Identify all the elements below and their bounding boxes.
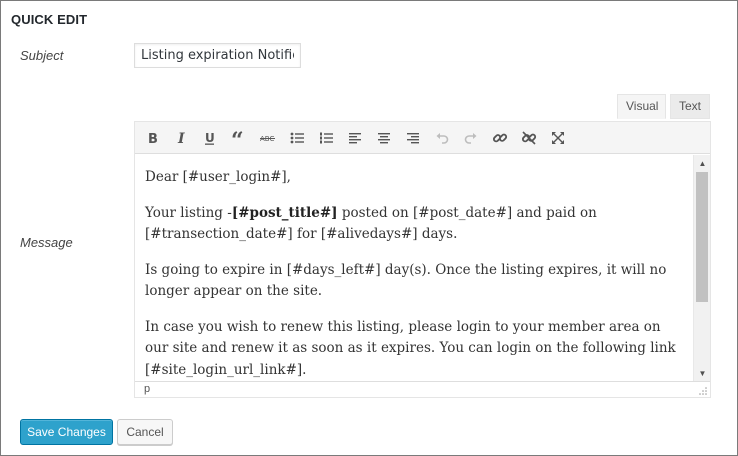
save-changes-button[interactable]: Save Changes bbox=[20, 419, 113, 445]
svg-text:B: B bbox=[148, 132, 158, 145]
italic-button[interactable]: I bbox=[169, 127, 193, 149]
align-center-icon bbox=[378, 133, 390, 144]
svg-text:“: “ bbox=[231, 131, 244, 145]
align-right-button[interactable] bbox=[401, 127, 425, 149]
redo-button[interactable] bbox=[459, 127, 483, 149]
message-paragraph: Is going to expire in [#days_left#] day(… bbox=[145, 261, 667, 300]
bullet-list-icon bbox=[290, 132, 304, 144]
cancel-button[interactable]: Cancel bbox=[117, 419, 173, 445]
message-paragraph: Your listing -[#post_title#] posted on [… bbox=[145, 204, 597, 243]
blockquote-icon: “ bbox=[231, 131, 244, 145]
bold-icon: B bbox=[148, 132, 158, 145]
bullet-list-button[interactable] bbox=[285, 127, 309, 149]
align-left-button[interactable] bbox=[343, 127, 367, 149]
svg-text:U: U bbox=[205, 131, 215, 145]
underline-icon: U bbox=[205, 131, 215, 145]
blockquote-button[interactable]: “ bbox=[227, 127, 251, 149]
message-paragraph: In case you wish to renew this listing, … bbox=[145, 318, 676, 378]
subject-label: Subject bbox=[20, 48, 64, 63]
fullscreen-icon bbox=[552, 132, 564, 144]
strikethrough-icon: ABC bbox=[260, 135, 275, 143]
underline-button[interactable]: U bbox=[198, 127, 222, 149]
quick-edit-panel: QUICK EDIT Subject Message Visual Text B… bbox=[0, 0, 738, 456]
align-center-button[interactable] bbox=[372, 127, 396, 149]
resize-handle-icon[interactable] bbox=[699, 387, 707, 395]
align-left-icon bbox=[349, 133, 361, 144]
undo-button[interactable] bbox=[430, 127, 454, 149]
bold-button[interactable]: B bbox=[140, 127, 164, 149]
tab-visual[interactable]: Visual bbox=[617, 94, 666, 119]
link-icon bbox=[492, 133, 508, 143]
subject-input[interactable] bbox=[134, 43, 301, 68]
numbered-list-icon bbox=[320, 132, 333, 144]
italic-icon: I bbox=[177, 131, 185, 145]
editor-scrollbar[interactable]: ▲ ▼ bbox=[693, 155, 710, 381]
svg-text:I: I bbox=[177, 131, 185, 145]
editor-toolbar: B I U “ ABC bbox=[135, 122, 710, 154]
redo-icon bbox=[464, 133, 477, 144]
scroll-thumb[interactable] bbox=[696, 172, 708, 302]
strikethrough-button[interactable]: ABC bbox=[256, 127, 280, 149]
scroll-up-icon[interactable]: ▲ bbox=[694, 155, 711, 171]
tab-text[interactable]: Text bbox=[670, 94, 710, 119]
editor-statusbar: p bbox=[135, 381, 710, 397]
align-right-icon bbox=[407, 133, 419, 144]
undo-icon bbox=[436, 133, 449, 144]
numbered-list-button[interactable] bbox=[314, 127, 338, 149]
panel-title: QUICK EDIT bbox=[11, 12, 88, 27]
message-label: Message bbox=[20, 235, 73, 250]
message-editor: B I U “ ABC bbox=[134, 121, 711, 398]
unlink-icon bbox=[521, 131, 537, 145]
scroll-down-icon[interactable]: ▼ bbox=[694, 365, 711, 381]
element-path[interactable]: p bbox=[144, 383, 150, 395]
insert-link-button[interactable] bbox=[488, 127, 512, 149]
remove-link-button[interactable] bbox=[517, 127, 541, 149]
fullscreen-button[interactable] bbox=[546, 127, 570, 149]
editor-content[interactable]: Dear [#user_login#], Your listing -[#pos… bbox=[135, 155, 693, 381]
message-paragraph: Dear [#user_login#], bbox=[145, 169, 291, 185]
